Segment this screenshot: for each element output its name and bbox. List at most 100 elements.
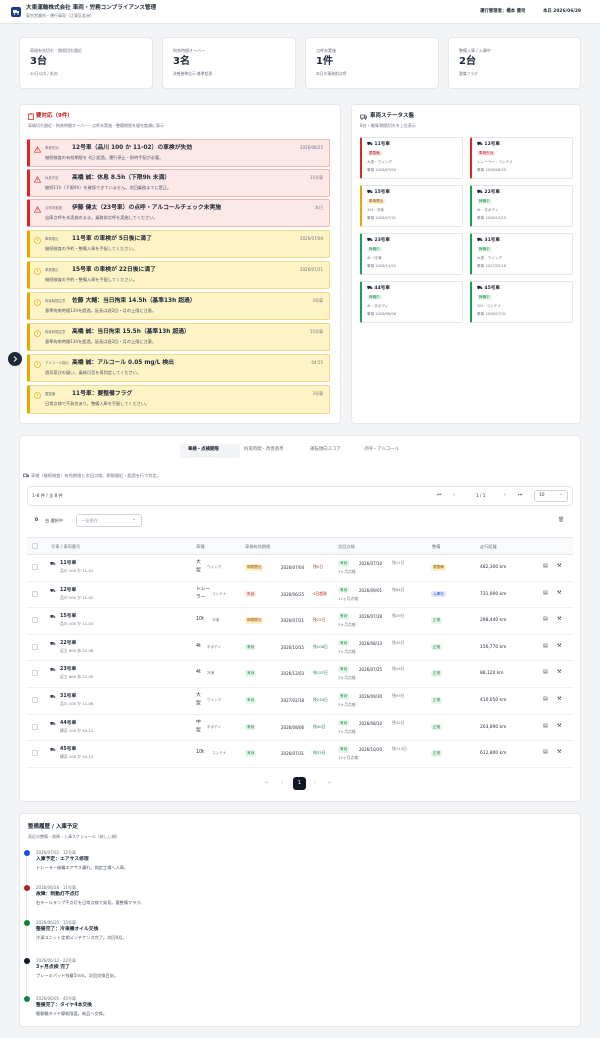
vehicle-type: トレーラー・コンテナ <box>477 160 513 164</box>
row-checkbox[interactable] <box>32 723 38 730</box>
alert-item[interactable]: 休息不足 髙橋 誠：休息 8.5h（下限9h 未満） 継続11h（下限9h）を確保で… <box>27 169 330 197</box>
inspection-note: 残11日 <box>392 560 405 565</box>
per-page-select[interactable]: 10 ⌄ <box>534 490 568 502</box>
row-checkbox[interactable] <box>32 617 38 624</box>
clipboard-icon[interactable]: ▤ <box>543 669 548 676</box>
alert-item[interactable]: 拘束時間注意 佐藤 大輔：当日拘束 14.5h（基準13h 超過） 基準拘束時間13… <box>27 292 330 320</box>
row-checkbox[interactable] <box>32 750 38 757</box>
vehicle-card[interactable]: ⛟ 44号車 稼働中 4t・平ボディ 車検 2026/08/06 <box>360 281 463 323</box>
alert-item[interactable]: 車検間近 15号車 の車検が 22日後に満了 継続検査の予約・整備入庫を手配してくだ… <box>27 261 330 289</box>
col-vehicle[interactable]: 号車 / 車両番号 <box>51 544 80 549</box>
alert-date: 3号車 <box>312 298 323 303</box>
col-type[interactable]: 車種 <box>196 544 204 549</box>
select-all-checkbox[interactable] <box>32 543 38 549</box>
col-mileage[interactable]: 走行距離 <box>480 544 497 549</box>
chevron-down-icon: ⌄ <box>559 492 563 497</box>
inspection-badge: 有効 <box>338 586 350 594</box>
pager-first-icon[interactable]: « <box>265 780 268 787</box>
row-checkbox[interactable] <box>32 590 38 597</box>
table-row[interactable]: ⛟ 23号車 足立 800 あ 22-05 4t 冷凍 有効 2026/12/03 残157日… <box>27 661 573 688</box>
alert-desc: 出庫点呼を未実施のまま。乗務前点呼を実施してください。 <box>45 215 158 220</box>
wrench-icon[interactable]: ⚒ <box>557 616 561 623</box>
last-page-icon[interactable]: ⏭ <box>518 492 523 499</box>
table-row[interactable]: ⛟ 31号車 品川 100 か 11-06 大型 ウイング 有効 2027/02/18 残23… <box>27 688 573 715</box>
clipboard-icon[interactable]: ▤ <box>543 723 548 730</box>
wrench-icon[interactable]: ⚒ <box>557 749 561 756</box>
vehicle-card[interactable]: ⛟ 22号車 稼働中 4t・平ボディ 車検 2026/10/15 <box>470 185 573 227</box>
summary-card-inspection[interactable]: 車検有効切れ・期限切れ間近 3台 30日以内 / 失効 <box>19 37 153 89</box>
vehicle-card[interactable]: ⛟ 15号車 車検間近 10t・冷凍 車検 2026/07/21 <box>360 185 463 227</box>
clipboard-icon[interactable]: ▤ <box>543 749 548 756</box>
pager-prev-icon[interactable]: ‹ <box>281 780 283 787</box>
vehicle-card[interactable]: ⛟ 12号車 車検失効 トレーラー・コンテナ 車検 2026/06/25 <box>470 137 573 179</box>
vehicle-no: 15号車 <box>60 614 77 620</box>
alert-item[interactable]: アルコール検出 髙橋 誠：アルコール 0.05 mg/L 検出 酒気帯びの疑い。乗務… <box>27 354 330 382</box>
vehicle-status-panel: 車両ステータス盤 8台・故障/期限切れを上位表示 ⛟ 11号車 要整備 大型・ウイン… <box>351 104 581 424</box>
wrench-icon[interactable]: ⚒ <box>557 643 561 650</box>
alert-item[interactable]: 車検失効 12号車（品川 100 か 11-02）の車検が失効 継続検査の有効期限を… <box>27 139 330 167</box>
tab-rollcall[interactable]: 点呼・アルコール <box>364 447 399 453</box>
clipboard-icon[interactable]: ▤ <box>543 696 548 703</box>
col-next-inspection[interactable]: 次回点検 <box>338 544 355 549</box>
inspection-note: 残93日 <box>392 693 405 698</box>
history-meta: 2026/06/05 · 45号車 <box>36 996 76 1001</box>
clipboard-icon[interactable]: ▤ <box>543 590 548 597</box>
summary-label: 整備入庫 / 入庫中 <box>459 48 491 53</box>
vehicle-badge: 稼働中 <box>367 247 382 252</box>
pager-current[interactable]: 1 <box>293 777 306 790</box>
row-checkbox[interactable] <box>32 670 38 677</box>
table-row[interactable]: ⛟ 15号車 品川 100 か 11-03 10t 冷凍 期限間近 2026/07/21 残2… <box>27 608 573 635</box>
truck-icon: ⛟ <box>50 748 56 754</box>
vehicle-card[interactable]: ⛟ 11号車 要整備 大型・ウイング 車検 2026/07/04 <box>360 137 463 179</box>
mileage: 298,440 km <box>480 618 507 624</box>
wrench-icon[interactable]: ⚒ <box>557 563 561 570</box>
alert-item[interactable]: 拘束時間注意 髙橋 誠：当日拘束 15.5h（基準13h 超過） 基準拘束時間13h… <box>27 323 330 351</box>
summary-card-rollcall[interactable]: 点呼未実施 1件 本日の乗務前点呼 <box>305 37 439 89</box>
row-checkbox[interactable] <box>32 643 38 650</box>
expiry-date: 2027/02/18 <box>281 698 305 703</box>
trash-icon[interactable]: 🗑 <box>558 517 564 524</box>
vehicle-type: 10t・冷凍 <box>367 208 384 212</box>
tab-hours[interactable]: 拘束時間・改善基準 <box>244 447 284 453</box>
wrench-icon[interactable]: ⚒ <box>557 669 561 676</box>
table-row[interactable]: ⛟ 12号車 品川 100 か 11-02 トレー ラー コンテナ 失効 2026/06/25… <box>27 582 573 609</box>
help-fab-button[interactable] <box>8 352 22 366</box>
first-page-icon[interactable]: ⏮ <box>437 492 442 499</box>
vehicle-card[interactable]: ⛟ 31号車 稼働中 大型・ウイング 車検 2027/02/18 <box>470 233 573 275</box>
pager-last-icon[interactable]: » <box>328 780 331 787</box>
clipboard-icon[interactable]: ▤ <box>543 643 548 650</box>
clipboard-icon[interactable]: ▤ <box>543 563 548 570</box>
summary-card-maintenance[interactable]: 整備入庫 / 入庫中 2台 整備フラグ <box>448 37 581 89</box>
vehicle-card[interactable]: ⛟ 45号車 稼働中 10t・コンテナ 車検 2026/07/31 <box>470 281 573 323</box>
alert-item[interactable]: 点呼未実施 伊藤 健太（23号車）の点呼・アルコールチェック未実施 出庫点呼を未実施… <box>27 199 330 227</box>
table-row[interactable]: ⛟ 44号車 横浜 100 か 44-12 中型 平ボディ 有効 2026/08/06 残40… <box>27 715 573 742</box>
table-row[interactable]: ⛟ 11号車 品川 100 か 11-01 大型 ウイング 期限間近 2026/07/04 残… <box>27 555 573 582</box>
col-maintenance[interactable]: 整備 <box>432 544 440 549</box>
inspection-date: 2026/08/13 <box>359 640 383 646</box>
wrench-icon[interactable]: ⚒ <box>557 590 561 597</box>
info-icon <box>34 299 41 306</box>
truck-icon: ⛟ <box>50 641 56 647</box>
table-row[interactable]: ⛟ 45号車 横浜 100 か 44-13 10t コンテナ 有効 2026/07/31 残3… <box>27 741 573 768</box>
row-checkbox[interactable] <box>32 564 38 570</box>
wrench-icon[interactable]: ⚒ <box>557 696 561 703</box>
vehicle-type: 4t・平ボディ <box>477 208 499 212</box>
table-row[interactable]: ⛟ 22号車 足立 800 あ 22-06 4t 平ボディ 有効 2026/10/15 残10… <box>27 635 573 662</box>
next-page-icon[interactable]: › <box>504 492 506 499</box>
wrench-icon[interactable]: ⚒ <box>557 723 561 730</box>
alert-date: 2026/07/04 <box>299 236 323 241</box>
summary-card-hours[interactable]: 拘束時間オーバー 3名 改善基準告示 基準超過 <box>162 37 296 89</box>
prev-page-icon[interactable]: ‹ <box>453 492 455 499</box>
vehicle-card[interactable]: ⛟ 23号車 稼働中 4t・冷凍 車検 2026/12/03 <box>360 233 463 275</box>
bulk-action-select[interactable]: 一括操作 ⌄ <box>76 514 142 527</box>
row-checkbox[interactable] <box>32 697 38 703</box>
expiry-badge: 有効 <box>245 723 257 731</box>
clipboard-icon[interactable]: ▤ <box>543 616 548 623</box>
alert-item[interactable]: 車検間近 11号車 の車検が 5日後に満了 継続検査の予約・整備入庫を手配してくださ… <box>27 230 330 258</box>
col-expiry[interactable]: 車検有効期限 <box>245 544 270 549</box>
alert-item[interactable]: 要整備 11号車：要整備フラグ 日常点検で不具合あり。整備入庫を手配してください。 3… <box>27 385 330 414</box>
tab-driving-score[interactable]: 運転傾向スコア <box>310 447 341 453</box>
tab-inspection[interactable]: 車検・点検期限 <box>188 447 219 453</box>
pager-next-icon[interactable]: › <box>314 780 316 787</box>
history-title: 整備履歴 / 入庫予定 <box>28 824 78 830</box>
